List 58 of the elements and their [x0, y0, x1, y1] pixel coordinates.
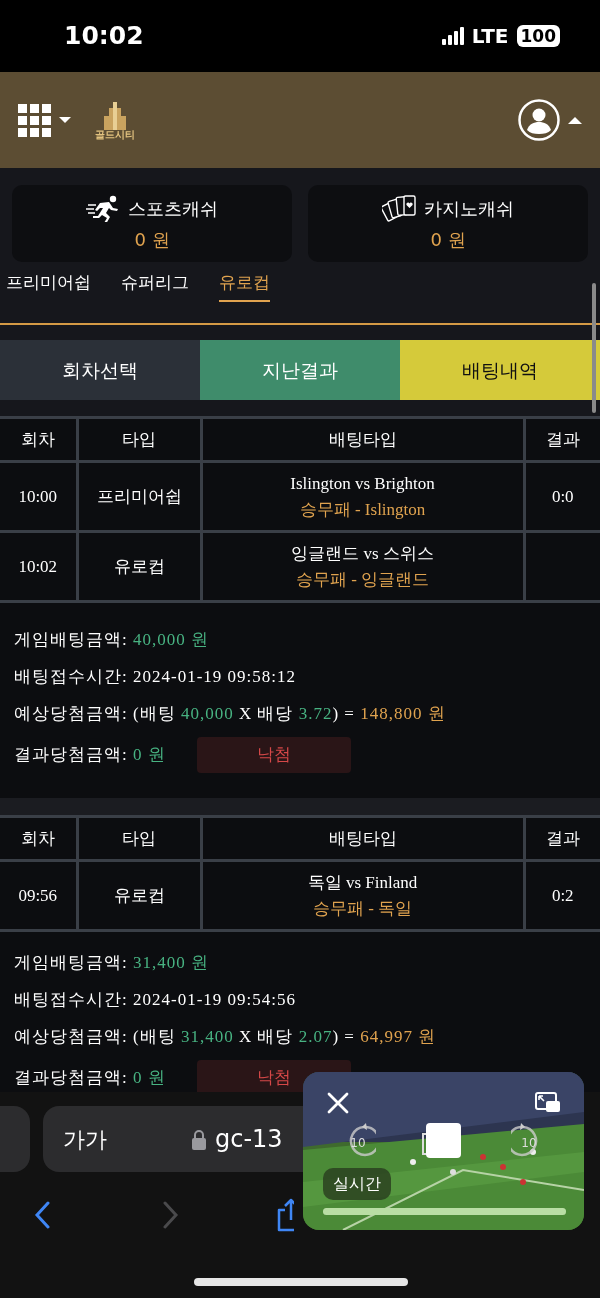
menu-button[interactable]: [18, 103, 71, 137]
result-status[interactable]: 낙첨: [197, 737, 351, 773]
match-name: 독일 vs Finland: [306, 872, 419, 894]
close-icon[interactable]: [327, 1092, 349, 1114]
summary-text: 예상당첨금액: (배팅 31,400 X 배당 2.07) = 64,997 원: [14, 1025, 437, 1048]
summary-text: 배팅접수시간: 2024-01-19 09:54:56: [14, 988, 296, 1011]
summary-text: 게임배팅금액: 40,000 원: [14, 628, 209, 651]
caret-icon: [568, 116, 582, 124]
picture-in-picture-icon[interactable]: [535, 1092, 561, 1113]
summary-text: 배팅접수시간: 2024-01-19 09:58:12: [14, 665, 296, 688]
battery-indicator: 100: [516, 25, 560, 47]
view-button[interactable]: 회차선택: [0, 340, 200, 400]
match-name: Islington vs Brighton: [289, 473, 436, 495]
table-cell: 10:00: [0, 461, 77, 532]
wallet-amount: 0 원: [430, 228, 466, 252]
column-header: 회차: [0, 417, 77, 462]
view-button[interactable]: 배팅내역: [400, 340, 600, 400]
summary-text: 게임배팅금액: 31,400 원: [14, 951, 209, 974]
column-header: 배팅타입: [201, 816, 524, 861]
runner-icon: [86, 194, 120, 222]
caret-icon: [59, 117, 71, 123]
wallet-label: 스포츠캐쉬: [128, 196, 218, 221]
lock-icon: [191, 1128, 207, 1150]
summary-text: 예상당첨금액: (배팅 40,000 X 배당 3.72) = 148,800 원: [14, 702, 446, 725]
text-size-button[interactable]: 가가: [63, 1122, 107, 1156]
table-cell: 프리미어쉽: [77, 461, 201, 532]
menu-icon: [18, 103, 51, 137]
logo[interactable]: 골드시티: [95, 100, 135, 140]
cards-icon: [382, 194, 416, 222]
column-header: 결과: [524, 816, 600, 861]
match-name: 잉글랜드 vs 스위스: [290, 543, 435, 565]
summary-text: 결과당첨금액: 0 원: [14, 1067, 167, 1090]
pick-label: 승무패 - 독일: [311, 897, 414, 920]
account-button[interactable]: [518, 99, 582, 141]
share-icon[interactable]: [276, 1198, 294, 1232]
pick-label: 승무패 - Islington: [298, 498, 427, 521]
column-header: 타입: [77, 417, 201, 462]
wallet-amount: 0 원: [134, 228, 170, 252]
clock: 10:02: [64, 20, 144, 53]
pick-label: 승무패 - 잉글랜드: [294, 568, 431, 591]
network-label: LTE: [471, 23, 509, 50]
view-button[interactable]: 지난결과: [200, 340, 400, 400]
signal-icon: [441, 27, 464, 45]
summary-text: 결과당첨금액: 0 원: [14, 744, 167, 767]
user-icon: [518, 99, 560, 141]
league-tab[interactable]: 유로컵: [219, 270, 270, 302]
live-label: 실시간: [323, 1168, 391, 1200]
wallet-label: 카지노캐쉬: [424, 196, 514, 221]
url-text: gc-13: [215, 1124, 283, 1155]
league-tab[interactable]: 슈퍼리그: [121, 270, 189, 302]
address-bar[interactable]: 가가 gc-13: [43, 1106, 303, 1172]
league-tab[interactable]: 프리미어쉽: [6, 270, 91, 302]
back-icon[interactable]: [34, 1201, 52, 1229]
column-header: 회차: [0, 816, 77, 861]
column-header: 배팅타입: [201, 417, 524, 462]
logo-text: 골드시티: [95, 130, 135, 140]
column-header: 결과: [524, 417, 600, 462]
column-header: 타입: [77, 816, 201, 861]
